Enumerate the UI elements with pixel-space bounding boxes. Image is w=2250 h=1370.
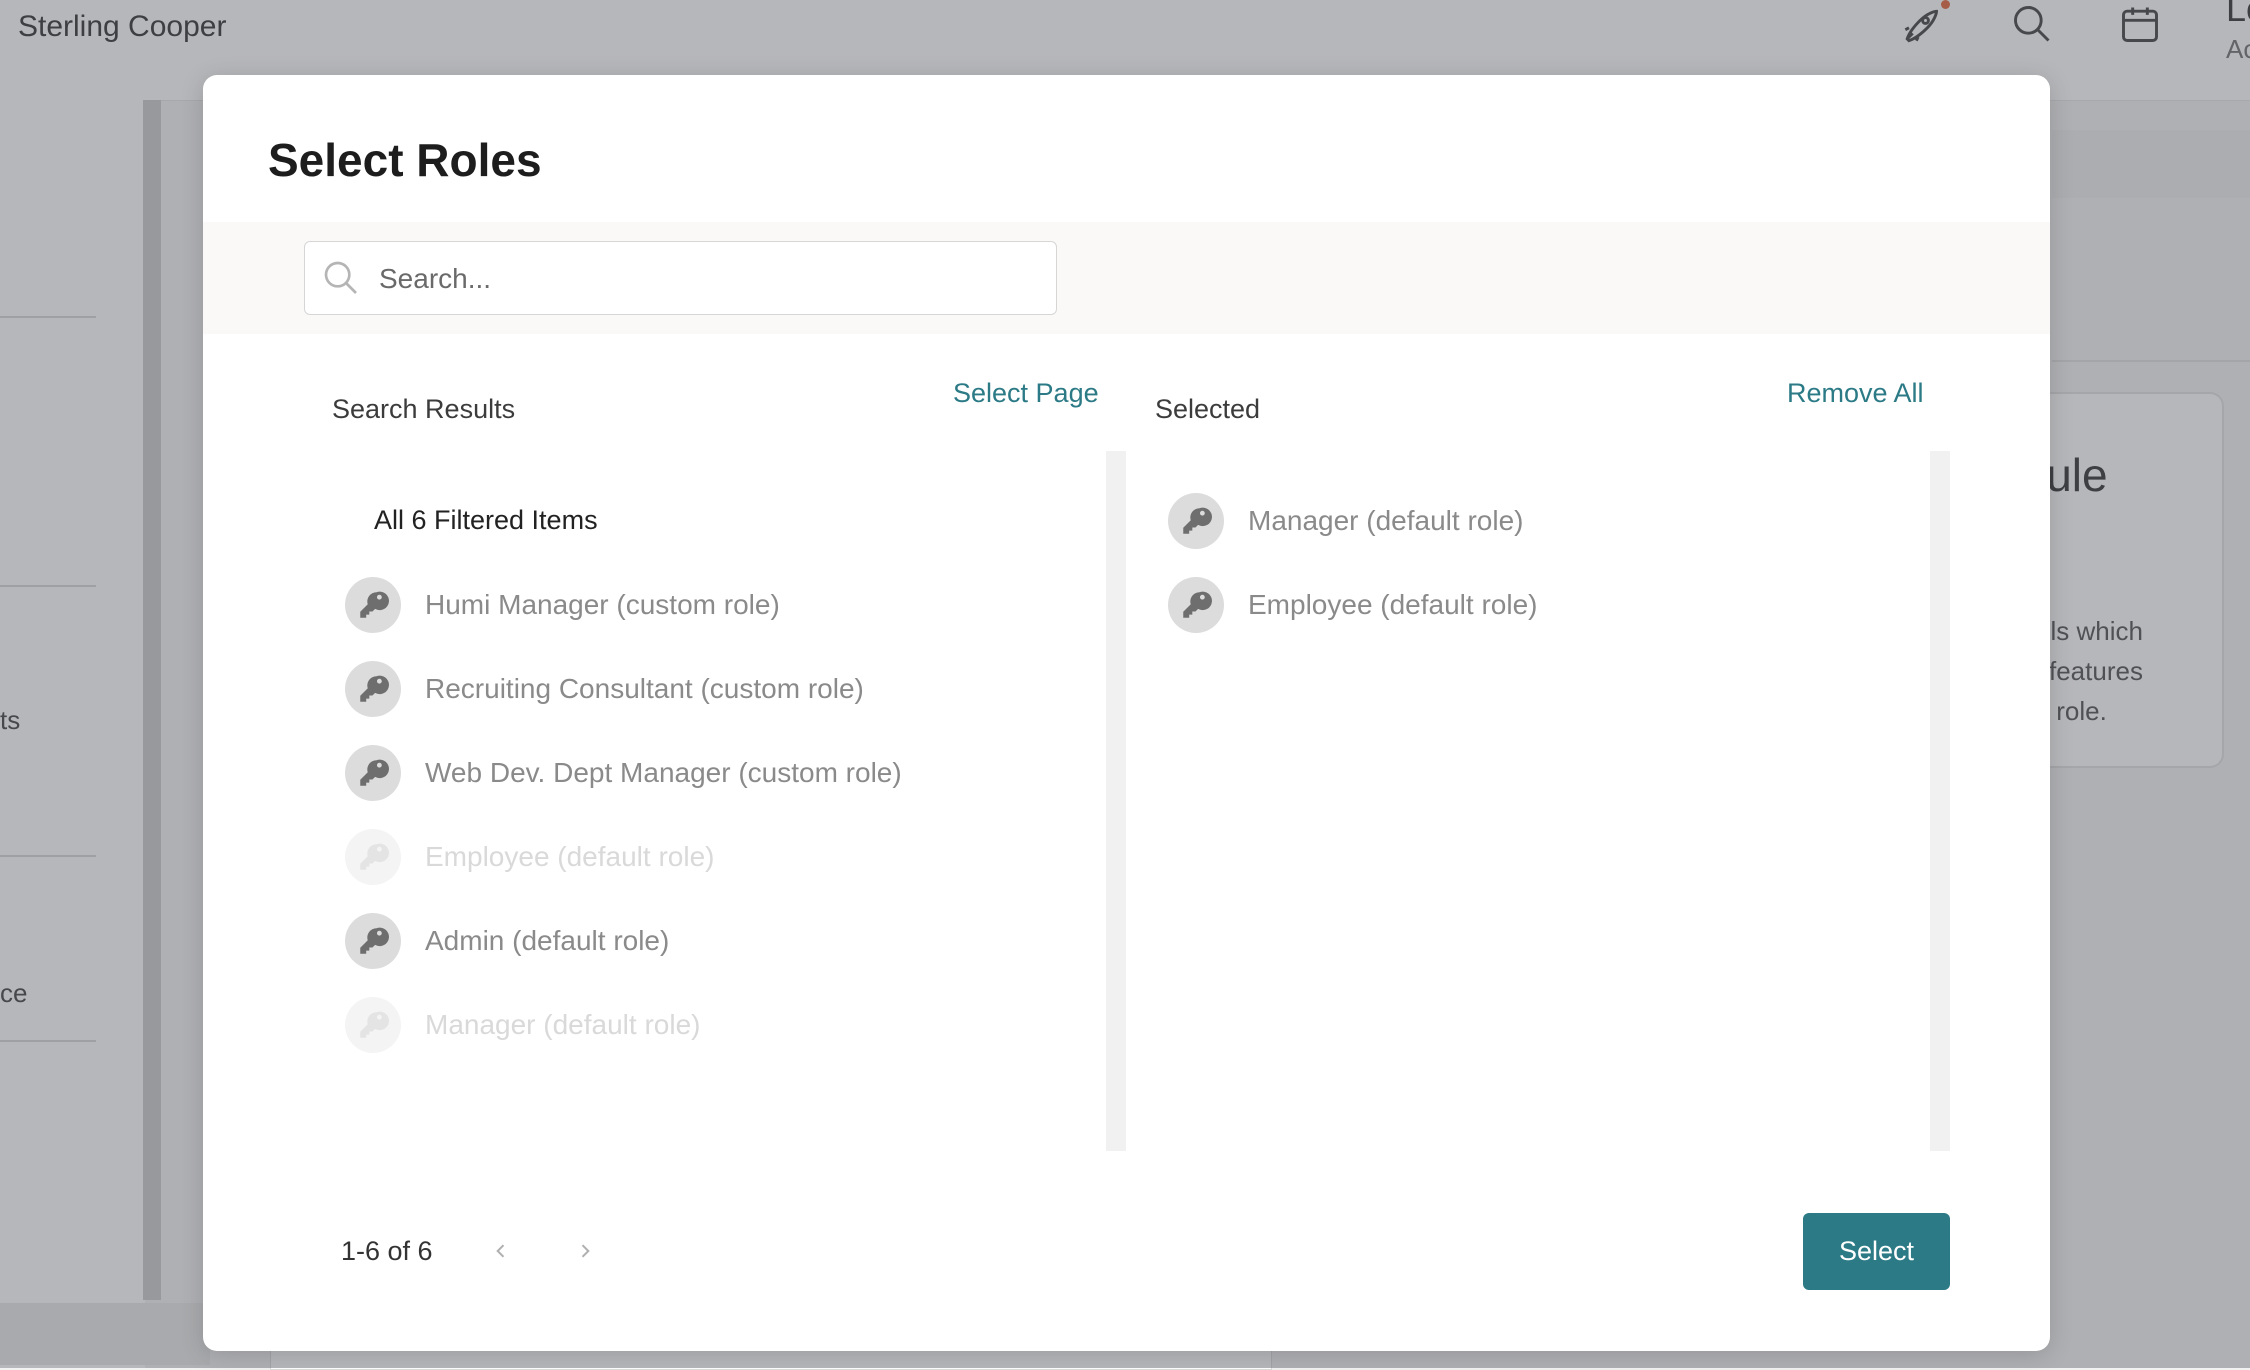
result-role-item: Manager (default role) [345,996,700,1054]
select-roles-modal: Select Roles Search Results Select Page … [203,75,2050,1351]
select-button[interactable]: Select [1803,1213,1950,1290]
selected-role-item[interactable]: Employee (default role) [1168,576,1537,634]
role-label: Recruiting Consultant (custom role) [425,673,864,704]
role-label: Web Dev. Dept Manager (custom role) [425,757,902,788]
result-role-item[interactable]: Web Dev. Dept Manager (custom role) [345,744,902,802]
result-role-item[interactable]: Humi Manager (custom role) [345,576,780,634]
role-label: Manager (default role) [425,1009,701,1040]
role-label: Admin (default role) [425,925,670,956]
result-role-item: Employee (default role) [345,828,714,886]
role-label: Manager (default role) [1248,505,1524,536]
key-icon [345,997,401,1053]
key-icon [1168,493,1224,549]
result-role-item[interactable]: Admin (default role) [345,912,669,970]
key-icon [345,661,401,717]
role-label: Employee (default role) [1248,589,1538,620]
pagination-range: 1-6 of 6 [341,1236,433,1266]
key-icon [345,829,401,885]
selected-role-item[interactable]: Manager (default role) [1168,492,1523,550]
key-icon [345,577,401,633]
role-label: Humi Manager (custom role) [425,589,780,620]
results-scrollbar[interactable] [1106,451,1126,1151]
search-icon [321,258,361,298]
filtered-items-label[interactable]: All 6 Filtered Items [374,505,598,536]
key-icon [345,913,401,969]
search-results-header: Search Results [332,394,516,424]
search-input[interactable] [377,254,1041,304]
key-icon [1168,577,1224,633]
role-label: Employee (default role) [425,841,715,872]
result-role-item[interactable]: Recruiting Consultant (custom role) [345,660,864,718]
chevron-left-icon[interactable] [485,1235,517,1267]
remove-all-link[interactable]: Remove All [1787,378,1924,409]
select-page-link[interactable]: Select Page [953,378,1099,409]
chevron-right-icon[interactable] [569,1235,601,1267]
selected-scrollbar[interactable] [1930,451,1950,1151]
selected-header: Selected [1155,394,1261,424]
search-field[interactable] [304,241,1057,315]
modal-title: Select Roles [268,134,542,186]
key-icon [345,745,401,801]
